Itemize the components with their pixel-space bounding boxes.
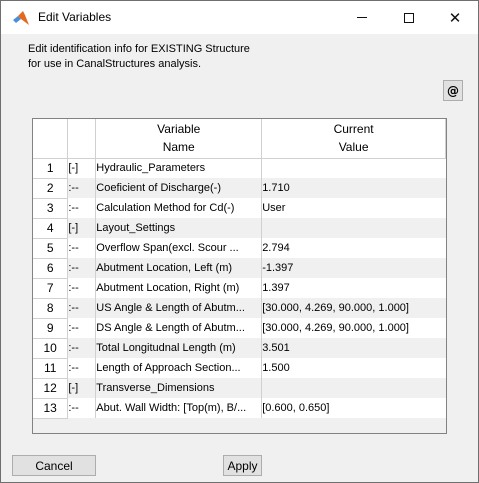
table-row[interactable]: 4 [-] Layout_Settings	[33, 218, 446, 239]
header-name-line1: Variable	[157, 122, 201, 137]
row-current-value[interactable]: -1.397	[261, 258, 446, 278]
row-variable-name: Calculation Method for Cd(-)	[95, 198, 263, 218]
description-text: Edit identification info for EXISTING St…	[28, 42, 328, 72]
minimize-icon	[357, 17, 367, 18]
row-number: 8	[33, 298, 69, 319]
row-current-value[interactable]	[261, 378, 446, 398]
row-variable-name: Layout_Settings	[95, 218, 263, 238]
row-number: 12	[33, 378, 69, 399]
table-row[interactable]: 1 [-] Hydraulic_Parameters	[33, 158, 446, 179]
row-tree-marker: :--	[67, 358, 97, 378]
row-variable-name: Coeficient of Discharge(-)	[95, 178, 263, 198]
row-tree-marker: [-]	[67, 378, 97, 398]
row-variable-name: Abut. Wall Width: [Top(m), B/...	[95, 398, 263, 418]
table-row[interactable]: 12 [-] Transverse_Dimensions	[33, 378, 446, 399]
row-number: 2	[33, 178, 69, 199]
row-number: 6	[33, 258, 69, 279]
window-title: Edit Variables	[38, 10, 112, 24]
table-row[interactable]: 6:-- Abutment Location, Left (m) -1.397	[33, 258, 446, 279]
row-current-value[interactable]: 1.500	[261, 358, 446, 378]
row-current-value[interactable]: [30.000, 4.269, 90.000, 1.000]	[261, 298, 446, 318]
row-variable-name: US Angle & Length of Abutm...	[95, 298, 263, 318]
row-number: 5	[33, 238, 69, 259]
row-variable-name: Hydraulic_Parameters	[95, 158, 263, 178]
table-row[interactable]: 10:-- Total Longitudnal Length (m) 3.501	[33, 338, 446, 359]
table-row[interactable]: 3:-- Calculation Method for Cd(-) User	[33, 198, 446, 219]
header-corner	[33, 119, 69, 159]
row-current-value[interactable]: 1.710	[261, 178, 446, 198]
row-tree-marker: :--	[67, 198, 97, 218]
row-number: 9	[33, 318, 69, 339]
row-number: 4	[33, 218, 69, 239]
row-variable-name: Abutment Location, Left (m)	[95, 258, 263, 278]
close-button[interactable]: ✕	[432, 1, 478, 34]
row-current-value[interactable]	[261, 158, 446, 178]
table-row[interactable]: 13:-- Abut. Wall Width: [Top(m), B/... [0.…	[33, 398, 446, 419]
maximize-icon	[404, 12, 414, 23]
row-tree-marker: [-]	[67, 158, 97, 178]
row-current-value[interactable]: [0.600, 0.650]	[261, 398, 446, 418]
row-current-value[interactable]: 1.397	[261, 278, 446, 298]
header-variable-name[interactable]: Variable Name	[95, 119, 263, 159]
row-number: 7	[33, 278, 69, 299]
table-row[interactable]: 9:-- DS Angle & Length of Abutm... [30.000…	[33, 318, 446, 339]
row-variable-name: DS Angle & Length of Abutm...	[95, 318, 263, 338]
row-tree-marker: :--	[67, 318, 97, 338]
row-tree-marker: :--	[67, 258, 97, 278]
at-button[interactable]: @	[443, 80, 463, 101]
close-icon: ✕	[448, 9, 462, 27]
table-row[interactable]: 7:-- Abutment Location, Right (m) 1.397	[33, 278, 446, 299]
row-number: 10	[33, 338, 69, 359]
edit-variables-window: Edit Variables ✕ Edit identification inf…	[0, 0, 479, 483]
row-tree-marker: :--	[67, 338, 97, 358]
row-variable-name: Total Longitudnal Length (m)	[95, 338, 263, 358]
table-row[interactable]: 11:-- Length of Approach Section... 1.500	[33, 358, 446, 379]
header-value-line2: Value	[338, 140, 369, 155]
title-bar[interactable]: Edit Variables ✕	[1, 1, 478, 34]
table-row[interactable]: 8:-- US Angle & Length of Abutm... [30.000…	[33, 298, 446, 319]
header-current-value[interactable]: Current Value	[261, 119, 446, 159]
minimize-button[interactable]	[339, 1, 385, 34]
row-variable-name: Length of Approach Section...	[95, 358, 263, 378]
row-tree-marker: :--	[67, 178, 97, 198]
row-current-value[interactable]: User	[261, 198, 446, 218]
apply-button[interactable]: Apply	[223, 455, 262, 476]
row-current-value[interactable]	[261, 218, 446, 238]
row-number: 3	[33, 198, 69, 219]
row-tree-marker: :--	[67, 398, 97, 418]
row-number: 11	[33, 358, 69, 379]
row-variable-name: Abutment Location, Right (m)	[95, 278, 263, 298]
row-tree-marker: :--	[67, 278, 97, 298]
maximize-button[interactable]	[386, 1, 432, 34]
table-row[interactable]: 2:-- Coeficient of Discharge(-) 1.710	[33, 178, 446, 199]
row-current-value[interactable]: 3.501	[261, 338, 446, 358]
row-variable-name: Overflow Span(excl. Scour ...	[95, 238, 263, 258]
description-line-2: for use in CanalStructures analysis.	[28, 58, 202, 70]
row-tree-marker: :--	[67, 238, 97, 258]
row-tree-marker: :--	[67, 298, 97, 318]
row-number: 13	[33, 398, 69, 419]
description-line-1: Edit identification info for EXISTING St…	[28, 43, 250, 55]
row-current-value[interactable]: 2.794	[261, 238, 446, 258]
header-value-line1: Current	[333, 122, 374, 137]
cancel-button[interactable]: Cancel	[12, 455, 96, 476]
table-header-row: Variable Name Current Value	[33, 119, 446, 159]
matlab-logo-icon	[13, 11, 29, 25]
header-mark	[67, 119, 97, 159]
row-variable-name: Transverse_Dimensions	[95, 378, 263, 398]
header-name-line2: Name	[162, 140, 195, 155]
row-tree-marker: [-]	[67, 218, 97, 238]
variables-table[interactable]: Variable Name Current Value 1 [-] Hydrauli…	[32, 118, 447, 434]
table-row[interactable]: 5:-- Overflow Span(excl. Scour ... 2.794	[33, 238, 446, 259]
row-number: 1	[33, 158, 69, 179]
row-current-value[interactable]: [30.000, 4.269, 90.000, 1.000]	[261, 318, 446, 338]
